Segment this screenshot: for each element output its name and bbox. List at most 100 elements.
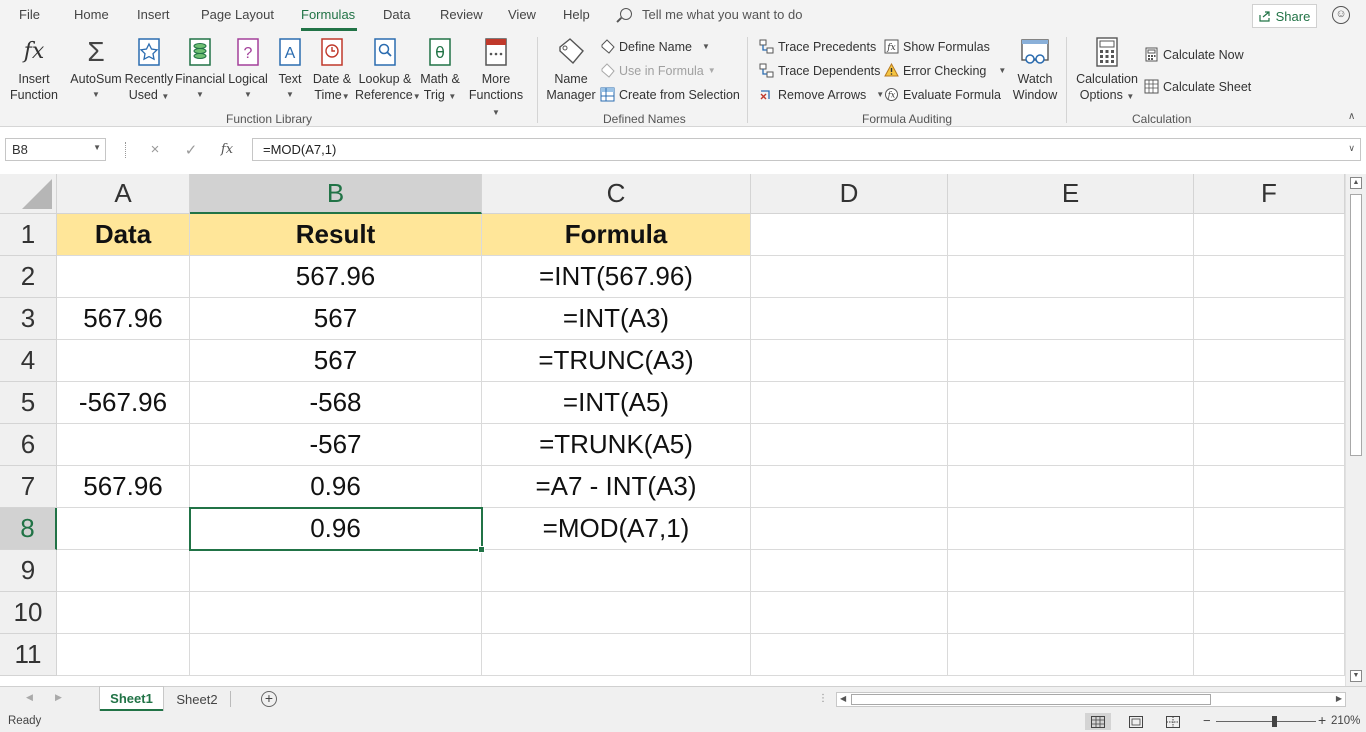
calculate-sheet-button[interactable]: Calculate Sheet — [1144, 79, 1251, 94]
cell-b8[interactable]: 0.96 — [190, 508, 482, 550]
cell-d5[interactable] — [751, 382, 948, 424]
row-header-7[interactable]: 7 — [0, 466, 57, 508]
cell-a4[interactable] — [57, 340, 190, 382]
cell-a2[interactable] — [57, 256, 190, 298]
column-header-a[interactable]: A — [57, 174, 190, 214]
chevron-down-icon[interactable]: ▼ — [93, 143, 101, 152]
cell-d2[interactable] — [751, 256, 948, 298]
tab-help[interactable]: Help — [563, 7, 590, 22]
feedback-smiley-icon[interactable]: ☺ — [1332, 6, 1350, 24]
define-name-button[interactable]: Define Name ▼ — [600, 39, 710, 54]
date-time-button[interactable]: Date & Time▼ — [309, 37, 355, 105]
cell-e2[interactable] — [948, 256, 1194, 298]
page-break-view-button[interactable] — [1160, 713, 1186, 730]
name-box[interactable]: B8 ▼ — [5, 138, 106, 161]
row-header-1[interactable]: 1 — [0, 214, 57, 256]
cell-a10[interactable] — [57, 592, 190, 634]
cell-a3[interactable]: 567.96 — [57, 298, 190, 340]
cell-f1[interactable] — [1194, 214, 1345, 256]
cell-e7[interactable] — [948, 466, 1194, 508]
cell-d9[interactable] — [751, 550, 948, 592]
column-header-e[interactable]: E — [948, 174, 1194, 214]
error-checking-button[interactable]: Error Checking ▼ — [884, 63, 1006, 78]
cell-c10[interactable] — [482, 592, 751, 634]
cell-d3[interactable] — [751, 298, 948, 340]
text-button[interactable]: A Text ▼ — [272, 37, 308, 103]
formula-input[interactable]: =MOD(A7,1) ∨ — [252, 138, 1361, 161]
sheet-tab-sheet2[interactable]: Sheet2 — [166, 687, 228, 711]
financial-button[interactable]: Financial ▼ — [175, 37, 225, 103]
tell-me-search[interactable]: Tell me what you want to do — [620, 7, 802, 22]
zoom-in-icon[interactable]: + — [1318, 712, 1326, 728]
cell-e6[interactable] — [948, 424, 1194, 466]
tab-page-layout[interactable]: Page Layout — [201, 7, 274, 22]
cell-a11[interactable] — [57, 634, 190, 676]
remove-arrows-button[interactable]: Remove Arrows ▼ — [759, 87, 884, 102]
row-header-6[interactable]: 6 — [0, 424, 57, 466]
expand-formula-bar-icon[interactable]: ∨ — [1348, 143, 1355, 154]
cell-e10[interactable] — [948, 592, 1194, 634]
cell-b10[interactable] — [190, 592, 482, 634]
cell-c7[interactable]: =A7 - INT(A3) — [482, 466, 751, 508]
cell-f3[interactable] — [1194, 298, 1345, 340]
name-manager-button[interactable]: Name Manager — [544, 37, 598, 103]
tab-split-grip[interactable]: ⋮ — [818, 693, 828, 704]
add-sheet-icon[interactable]: + — [261, 691, 277, 707]
cell-d8[interactable] — [751, 508, 948, 550]
horizontal-scroll-thumb[interactable] — [851, 694, 1211, 705]
watch-window-button[interactable]: Watch Window — [1009, 37, 1061, 103]
cell-b2[interactable]: 567.96 — [190, 256, 482, 298]
cell-c3[interactable]: =INT(A3) — [482, 298, 751, 340]
zoom-slider-thumb[interactable] — [1272, 716, 1277, 727]
cell-a1[interactable]: Data — [57, 214, 190, 256]
insert-function-button[interactable]: fx Insert Function — [8, 37, 60, 103]
tab-review[interactable]: Review — [440, 7, 483, 22]
cell-e3[interactable] — [948, 298, 1194, 340]
cell-d4[interactable] — [751, 340, 948, 382]
cell-f6[interactable] — [1194, 424, 1345, 466]
row-header-10[interactable]: 10 — [0, 592, 57, 634]
vertical-scrollbar[interactable]: ▲ ▼ — [1345, 174, 1366, 686]
cancel-icon[interactable]: × — [137, 141, 173, 158]
tab-view[interactable]: View — [508, 7, 536, 22]
cell-f5[interactable] — [1194, 382, 1345, 424]
formula-bar-grip[interactable] — [125, 142, 127, 158]
create-from-selection-button[interactable]: Create from Selection — [600, 87, 740, 102]
cell-e9[interactable] — [948, 550, 1194, 592]
cell-f11[interactable] — [1194, 634, 1345, 676]
trace-precedents-button[interactable]: Trace Precedents — [759, 39, 876, 54]
column-header-b[interactable]: B — [190, 174, 482, 214]
insert-function-icon[interactable]: fx — [209, 142, 245, 157]
cell-b11[interactable] — [190, 634, 482, 676]
scroll-up-icon[interactable]: ▲ — [1350, 177, 1362, 189]
normal-view-button[interactable] — [1085, 713, 1111, 730]
zoom-out-icon[interactable]: − — [1203, 713, 1211, 728]
cell-b9[interactable] — [190, 550, 482, 592]
column-header-c[interactable]: C — [482, 174, 751, 214]
enter-icon[interactable]: ✓ — [173, 141, 209, 159]
zoom-slider-track[interactable] — [1216, 721, 1316, 722]
prev-sheet-icon[interactable]: ◀ — [26, 692, 33, 703]
fill-handle[interactable] — [478, 546, 485, 553]
cell-b5[interactable]: -568 — [190, 382, 482, 424]
scroll-left-icon[interactable]: ◀ — [840, 694, 846, 703]
next-sheet-icon[interactable]: ▶ — [55, 692, 62, 703]
collapse-ribbon-icon[interactable]: ∧ — [1348, 111, 1355, 122]
calculate-now-button[interactable]: Calculate Now — [1144, 47, 1244, 62]
cell-b1[interactable]: Result — [190, 214, 482, 256]
use-in-formula-button[interactable]: Use in Formula ▼ — [600, 63, 716, 78]
calculation-options-button[interactable]: Calculation Options ▼ — [1074, 37, 1140, 105]
scroll-down-icon[interactable]: ▼ — [1350, 670, 1362, 682]
horizontal-scrollbar[interactable]: ◀ ▶ — [836, 692, 1346, 707]
cell-f9[interactable] — [1194, 550, 1345, 592]
recently-used-button[interactable]: Recently Used ▼ — [124, 37, 174, 105]
cell-f10[interactable] — [1194, 592, 1345, 634]
cell-e1[interactable] — [948, 214, 1194, 256]
row-header-8[interactable]: 8 — [0, 508, 57, 550]
row-header-3[interactable]: 3 — [0, 298, 57, 340]
cell-e4[interactable] — [948, 340, 1194, 382]
cell-e11[interactable] — [948, 634, 1194, 676]
vertical-scroll-thumb[interactable] — [1350, 194, 1362, 456]
more-functions-button[interactable]: More Functions ▼ — [465, 37, 527, 121]
tab-file[interactable]: File — [19, 7, 40, 22]
